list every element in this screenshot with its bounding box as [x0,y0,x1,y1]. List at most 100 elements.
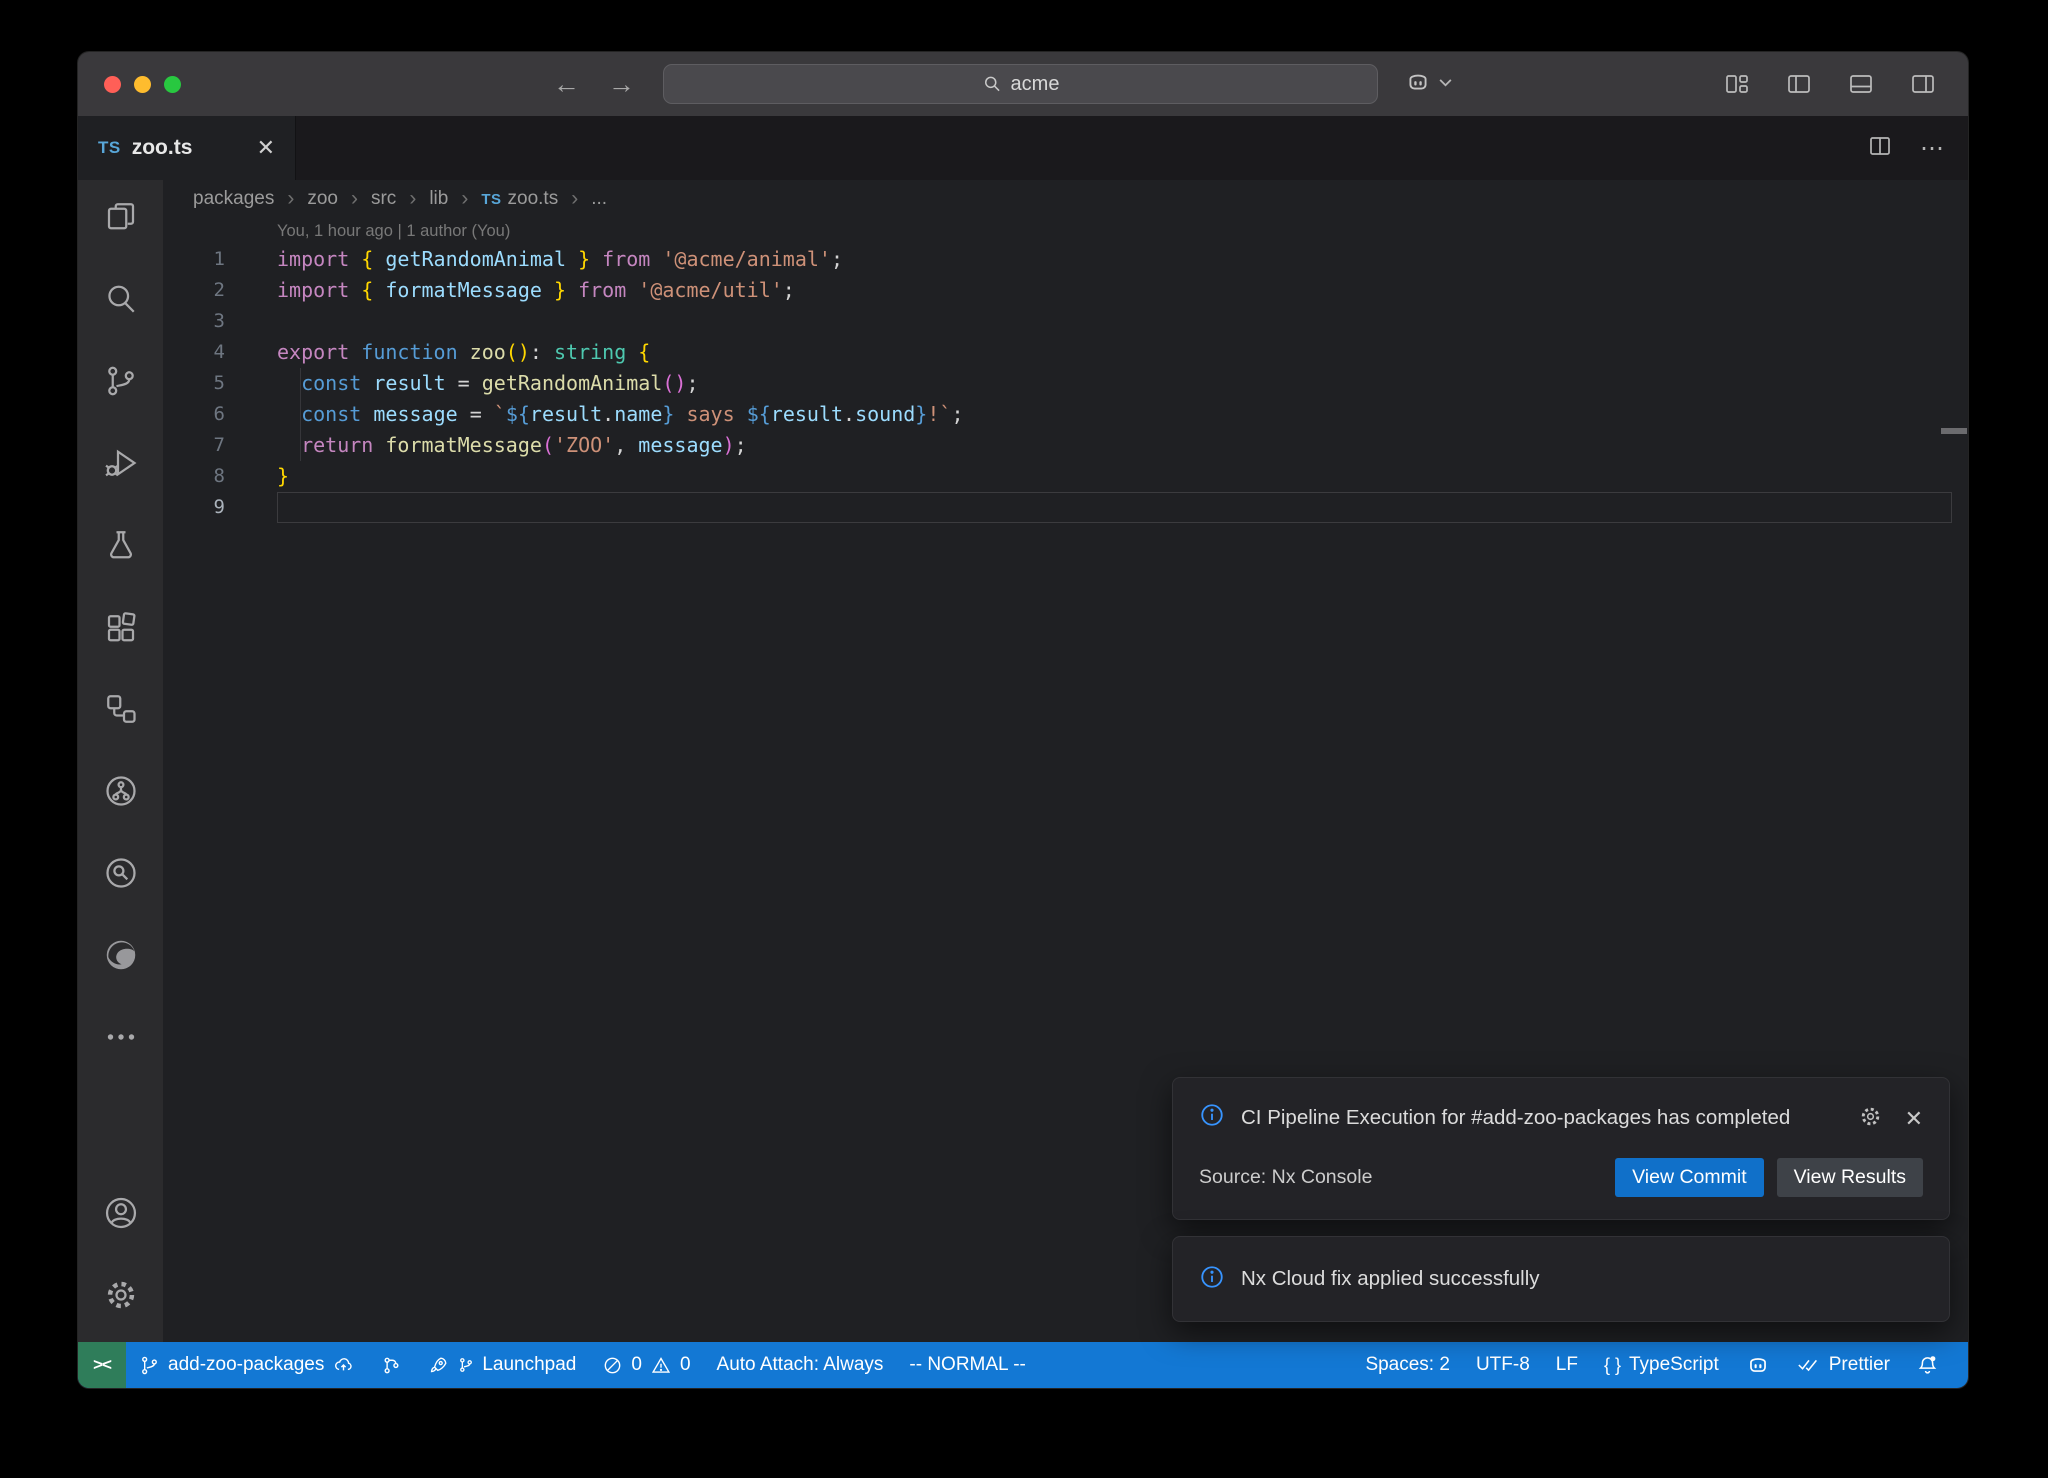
notification-center: CI Pipeline Execution for #add-zoo-packa… [1172,1077,1950,1322]
line-number: 6 [163,399,225,430]
breadcrumb-separator: › [571,187,578,211]
back-button[interactable]: ← [553,71,580,98]
vim-mode-item[interactable]: -- NORMAL -- [896,1342,1038,1388]
minimize-button[interactable] [134,76,151,93]
breadcrumb-separator: › [409,187,416,211]
nx-console-icon[interactable] [102,690,140,728]
code-line: 2import { formatMessage } from '@acme/ut… [163,275,1968,306]
close-button[interactable] [104,76,121,93]
commit-graph-item[interactable] [368,1342,415,1388]
zoom-button[interactable] [164,76,181,93]
line-number: 3 [163,306,225,337]
gitlens-inspect-icon[interactable] [102,854,140,892]
remote-icon: >< [93,1355,111,1375]
errors-icon [602,1355,623,1376]
launchpad-label: Launchpad [482,1354,576,1376]
breadcrumb-item[interactable]: ... [591,188,607,210]
eol-label: LF [1556,1354,1578,1376]
language-mode-item[interactable]: { } TypeScript [1591,1342,1732,1388]
view-commit-button[interactable]: View Commit [1615,1158,1764,1197]
notification-toast-nx-cloud: Nx Cloud fix applied successfully [1172,1236,1950,1322]
search-sidebar-icon[interactable] [102,280,140,318]
line-number: 8 [163,461,225,492]
toggle-secondary-sidebar-icon[interactable] [1904,65,1942,103]
git-branch-label: add-zoo-packages [168,1354,324,1376]
typescript-file-icon: TS [98,138,121,158]
editor-more-actions-icon[interactable]: ⋯ [1920,134,1946,163]
line-number: 9 [163,492,225,523]
breadcrumb-separator: › [287,187,294,211]
additional-views-icon[interactable] [102,1018,140,1056]
launchpad-item[interactable]: Launchpad [415,1342,589,1388]
git-branch-item[interactable]: add-zoo-packages [126,1342,368,1388]
line-number: 2 [163,275,225,306]
tab-zoo-ts[interactable]: TS zoo.ts ✕ [78,116,296,180]
notifications-bell-item[interactable] [1903,1342,1952,1388]
info-icon [1199,1102,1225,1133]
breadcrumb-separator: › [461,187,468,211]
remote-indicator[interactable]: >< [78,1342,126,1388]
vim-mode-label: -- NORMAL -- [909,1354,1025,1376]
code-line: 1import { getRandomAnimal } from '@acme/… [163,244,1968,275]
explorer-icon[interactable] [102,198,140,236]
copilot-status-item[interactable] [1732,1342,1784,1388]
gitlens-icon[interactable] [102,772,140,810]
code-line: 9 [163,492,1968,523]
tab-title: zoo.ts [132,136,193,160]
eol-item[interactable]: LF [1543,1342,1591,1388]
breadcrumb-separator: › [351,187,358,211]
edge-devtools-icon[interactable] [102,936,140,974]
warnings-icon [650,1355,672,1376]
overview-ruler-mark [1941,428,1967,434]
chevron-down-icon [1438,75,1453,93]
breadcrumb-item[interactable]: lib [429,188,448,210]
notification-settings-gear-icon[interactable] [1858,1104,1883,1134]
command-center-search[interactable]: acme [663,64,1378,104]
code-line: 5 const result = getRandomAnimal(); [163,368,1968,399]
forward-button[interactable]: → [608,71,635,98]
breadcrumb-item[interactable]: src [371,188,396,210]
encoding-item[interactable]: UTF-8 [1463,1342,1543,1388]
settings-gear-icon[interactable] [102,1276,140,1314]
split-editor-icon[interactable] [1868,135,1892,162]
toggle-primary-sidebar-icon[interactable] [1780,65,1818,103]
encoding-label: UTF-8 [1476,1354,1530,1376]
notification-close-icon[interactable]: ✕ [1905,1106,1923,1132]
line-number: 7 [163,430,225,461]
git-branch-icon [139,1355,160,1376]
tab-close-icon[interactable]: ✕ [257,135,275,161]
code-line: 7 return formatMessage('ZOO', message); [163,430,1968,461]
copilot-menu-button[interactable] [1404,70,1453,99]
view-results-button[interactable]: View Results [1777,1158,1923,1197]
breadcrumb-item[interactable]: packages [193,188,274,210]
copilot-icon [1745,1354,1771,1376]
auto-attach-item[interactable]: Auto Attach: Always [704,1342,897,1388]
run-debug-icon[interactable] [102,444,140,482]
code-line: 3 [163,306,1968,337]
accounts-icon[interactable] [102,1194,140,1232]
errors-count: 0 [631,1354,642,1376]
copilot-icon [1404,70,1432,99]
breadcrumb-item[interactable]: TSzoo.ts [481,188,558,210]
breadcrumb-item[interactable]: zoo [307,188,338,210]
notification-toast-ci-pipeline: CI Pipeline Execution for #add-zoo-packa… [1172,1077,1950,1220]
testing-icon[interactable] [102,526,140,564]
problems-item[interactable]: 0 0 [589,1342,703,1388]
auto-attach-label: Auto Attach: Always [717,1354,884,1376]
customize-layout-icon[interactable] [1718,65,1756,103]
source-control-icon[interactable] [102,362,140,400]
double-check-icon [1797,1355,1821,1375]
git-blame-annotation: You, 1 hour ago | 1 author (You) [277,218,1968,244]
line-number: 1 [163,244,225,275]
status-bar: >< add-zoo-packages [78,1342,1968,1388]
formatter-item[interactable]: Prettier [1784,1342,1903,1388]
indentation-item[interactable]: Spaces: 2 [1352,1342,1463,1388]
formatter-label: Prettier [1829,1354,1890,1376]
rocket-icon [428,1354,450,1376]
activity-bar [78,180,163,1342]
extensions-icon[interactable] [102,608,140,646]
braces-icon: { } [1604,1355,1621,1376]
toggle-panel-icon[interactable] [1842,65,1880,103]
typescript-file-icon: TS [481,191,501,208]
breadcrumb[interactable]: packages › zoo › src › lib › TSzoo.ts ›... [163,180,1968,218]
